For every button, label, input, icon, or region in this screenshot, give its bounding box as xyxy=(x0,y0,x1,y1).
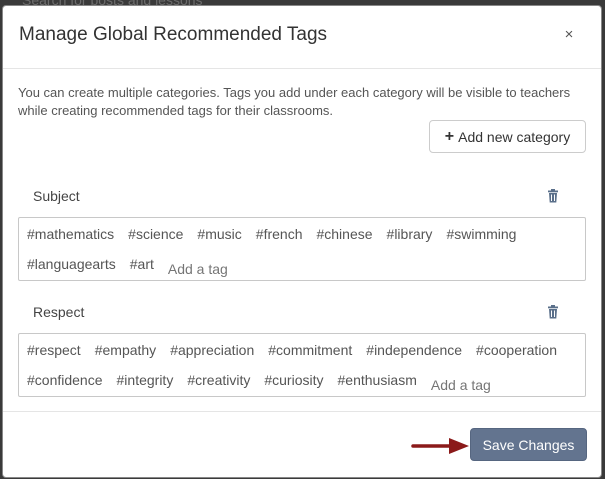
tag-list: #mathematics #science #music #french #chines… xyxy=(27,224,577,284)
add-tag-input[interactable] xyxy=(430,370,531,400)
tag-chip[interactable]: #languagearts xyxy=(27,254,116,284)
manage-tags-modal: Manage Global Recommended Tags × You can… xyxy=(2,5,602,478)
tag-box-respect: #respect #empathy #appreciation #commitment… xyxy=(18,333,586,400)
modal-description: You can create multiple categories. Tags… xyxy=(18,85,571,118)
tag-chip[interactable]: #curiosity xyxy=(264,370,323,400)
arrow-right-icon xyxy=(411,438,469,454)
tag-chip[interactable]: #independence xyxy=(366,340,462,370)
category-title-respect: Respect xyxy=(33,304,85,320)
trash-icon[interactable] xyxy=(546,305,560,319)
tag-chip[interactable]: #enthusiasm xyxy=(338,370,417,400)
close-icon[interactable]: × xyxy=(562,27,576,42)
tag-chip[interactable]: #integrity xyxy=(117,370,174,400)
tag-chip[interactable]: #chinese xyxy=(316,224,372,254)
modal-body: You can create multiple categories. Tags… xyxy=(3,69,601,412)
tag-chip[interactable]: #appreciation xyxy=(170,340,254,370)
category-title-subject: Subject xyxy=(33,188,80,204)
trash-icon[interactable] xyxy=(546,189,560,203)
tag-chip[interactable]: #cooperation xyxy=(476,340,557,370)
tag-box-subject: #mathematics #science #music #french #chines… xyxy=(18,217,586,284)
add-new-category-button[interactable]: + Add new category xyxy=(429,120,586,153)
modal-title: Manage Global Recommended Tags xyxy=(19,24,328,45)
tag-chip[interactable]: #swimming xyxy=(446,224,516,254)
tag-chip[interactable]: #confidence xyxy=(27,370,103,400)
plus-icon: + xyxy=(444,127,455,145)
tag-chip[interactable]: #music xyxy=(197,224,241,254)
tag-chip[interactable]: #empathy xyxy=(95,340,156,370)
save-changes-button[interactable]: Save Changes xyxy=(470,428,587,461)
modal-footer: Save Changes xyxy=(3,412,601,477)
add-new-category-label: Add new category xyxy=(458,128,571,145)
tag-chip[interactable]: #commitment xyxy=(268,340,352,370)
tag-chip[interactable]: #mathematics xyxy=(27,224,114,254)
tag-list: #respect #empathy #appreciation #commitment… xyxy=(27,340,577,400)
tag-chip[interactable]: #french xyxy=(256,224,303,254)
tag-chip[interactable]: #art xyxy=(130,254,154,284)
tag-chip[interactable]: #library xyxy=(387,224,433,254)
tag-chip[interactable]: #respect xyxy=(27,340,81,370)
add-tag-input[interactable] xyxy=(167,254,268,284)
modal-header: Manage Global Recommended Tags × xyxy=(3,6,601,69)
tag-chip[interactable]: #creativity xyxy=(187,370,250,400)
tag-chip[interactable]: #science xyxy=(128,224,183,254)
